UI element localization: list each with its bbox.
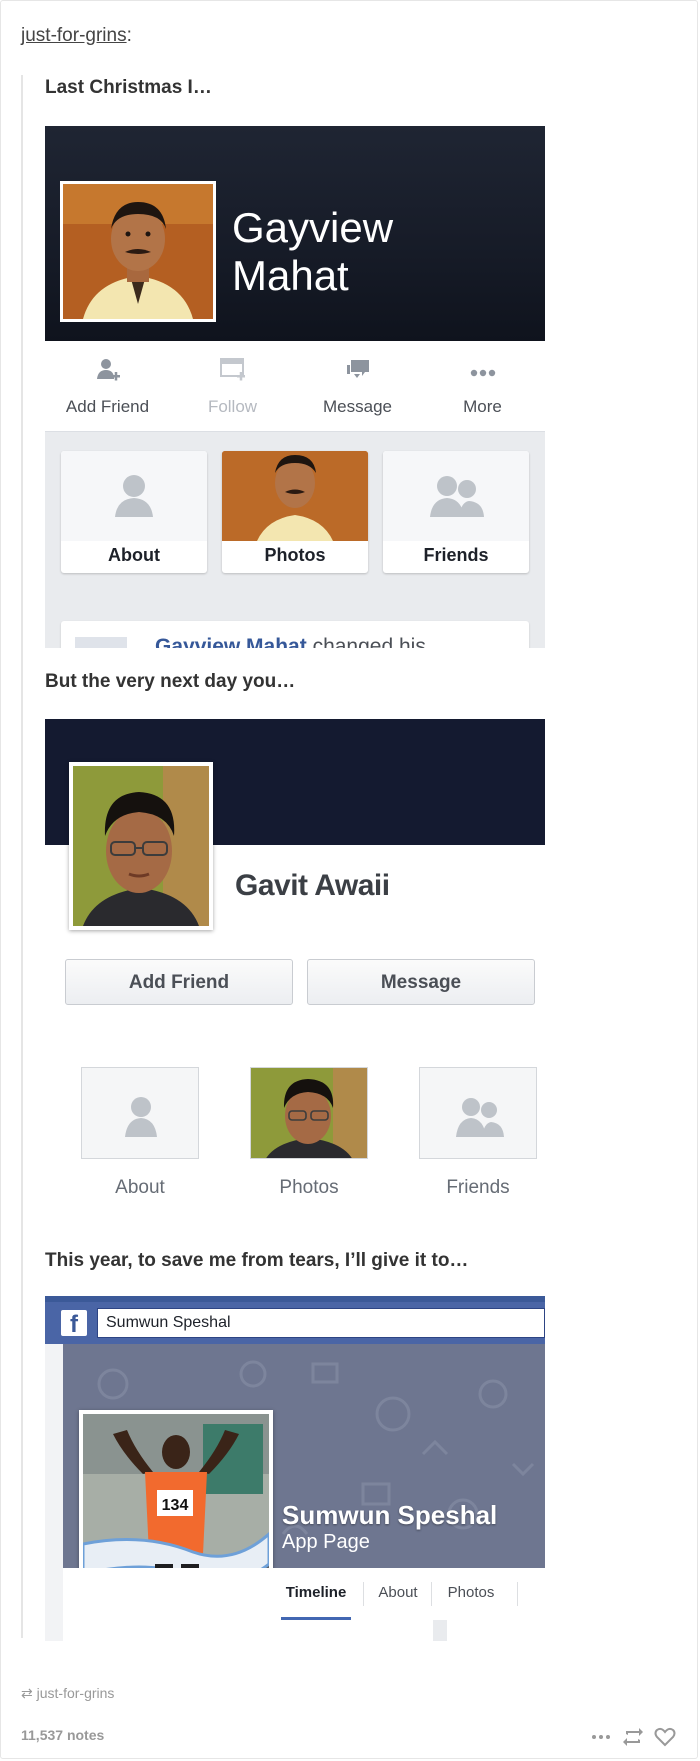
activity-story-card[interactable]: Gayview Mahat changed his [61,621,529,648]
tab-divider [363,1582,364,1606]
photos-tile-label: Photos [279,1177,339,1198]
profile-action-bar: Add Friend Follow Message More [45,341,545,432]
follow-icon [220,358,245,381]
about-tile-label: About [108,545,160,565]
profile-name-last: Mahat [232,252,349,299]
page-content-area [63,1620,545,1641]
profile-name[interactable]: Gavit Awaii [235,869,390,903]
tab-timeline[interactable]: Timeline [281,1568,351,1620]
add-friend-button[interactable]: Add Friend [65,959,293,1005]
story-avatar [75,637,127,648]
add-friend-label: Add Friend [65,397,150,416]
profile-picture[interactable] [69,762,213,930]
friends-icon [456,1098,504,1137]
page-category: App Page [282,1531,370,1553]
profile-name[interactable]: Gayview Mahat [232,204,393,300]
photos-tile[interactable]: Photos [222,451,368,573]
message-button[interactable]: Message [307,959,535,1005]
source-name: just-for-grins [36,1685,115,1701]
add-friend-action[interactable]: Add Friend [45,341,170,431]
photos-tile[interactable] [250,1067,368,1159]
more-options-icon[interactable] [589,1725,613,1749]
blockquote-border [21,75,23,1638]
notes-count[interactable]: 11,537 notes [21,1727,104,1743]
facebook-logo-icon[interactable]: f [61,1310,87,1336]
more-action[interactable]: More [420,341,545,431]
young-man-portrait-image [73,766,209,926]
follow-action[interactable]: Follow [170,341,295,431]
author-colon: : [126,25,132,46]
photos-thumbnail-image [251,1068,367,1158]
friends-icon [430,476,484,517]
tab-photos[interactable]: Photos [435,1568,507,1620]
caption-2: But the very next day you… [45,671,296,692]
message-icon [347,360,369,378]
screenshot-app-page: f Sumwun Speshal 134 Sumwun Speshal App … [45,1296,545,1641]
photos-tile-label: Photos [264,545,326,565]
about-tile-label: About [115,1177,165,1198]
story-author[interactable]: Gayview Mahat [155,635,307,648]
page-tabs: Timeline About Photos [63,1568,545,1621]
tumblr-post: just-for-grins: Last Christmas I… Gayvie… [0,0,698,1759]
tab-about[interactable]: About [367,1568,429,1620]
about-tile[interactable]: About [61,451,207,573]
friends-tile-label: Friends [423,545,489,565]
person-icon [125,1097,157,1137]
like-heart-icon[interactable] [653,1725,677,1749]
content-card [63,1620,433,1641]
add-friend-icon [97,359,120,381]
reblog-icon[interactable] [621,1725,645,1749]
story-body: changed his [306,635,426,648]
tab-divider [517,1582,518,1606]
photos-thumbnail-image [222,451,368,541]
reblog-small-icon: ⇄ [21,1685,33,1701]
content-card [447,1620,545,1641]
screenshot-profile-2: Gavit Awaii Add Friend Message About Pho… [45,719,545,1199]
profile-picture[interactable] [60,181,216,322]
more-label: More [463,397,502,416]
message-action[interactable]: Message [295,341,420,431]
author-link[interactable]: just-for-grins [21,25,127,46]
page-name[interactable]: Sumwun Speshal [282,1500,497,1531]
facebook-top-bar: f Sumwun Speshal [45,1296,545,1344]
profile-name-first: Gayview [232,204,394,251]
about-tile[interactable] [81,1067,199,1159]
search-input[interactable]: Sumwun Speshal [97,1308,545,1338]
friends-tile-label: Friends [446,1177,510,1198]
story-text: Gayview Mahat changed his [155,635,426,648]
man-portrait-image [63,184,213,319]
more-icon [470,369,496,377]
follow-label: Follow [207,397,258,416]
post-author: just-for-grins: [21,25,132,47]
reblog-source[interactable]: ⇄ just-for-grins [21,1685,114,1702]
caption-1: Last Christmas I… [45,77,212,98]
screenshot-profile-1: Gayview Mahat Add Friend Follow Message … [45,126,545,648]
message-label: Message [323,397,392,416]
friends-tile[interactable]: Friends [383,451,529,573]
bib-number: 134 [162,1497,189,1514]
tab-divider [431,1582,432,1606]
person-icon [115,475,153,517]
friends-tile[interactable] [419,1067,537,1159]
caption-3: This year, to save me from tears, I’ll g… [45,1250,469,1271]
